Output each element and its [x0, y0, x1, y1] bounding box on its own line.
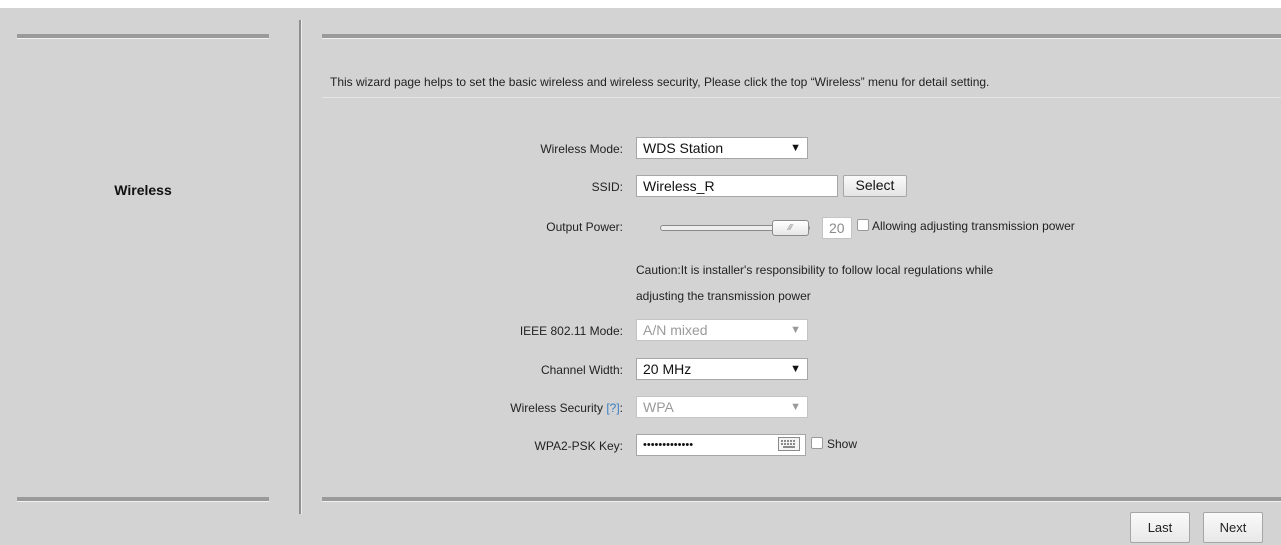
- show-key-checkbox[interactable]: [811, 437, 823, 449]
- ieee-mode-label: IEEE 802.11 Mode:: [519, 324, 623, 338]
- output-power-slider-handle[interactable]: ⁄⁄⁄: [772, 220, 809, 236]
- allow-power-checkbox[interactable]: [857, 219, 869, 231]
- ieee-mode-select: A/N mixed ▼: [636, 319, 808, 341]
- main-bottom-divider: [322, 497, 1281, 502]
- chevron-down-icon: ▼: [790, 363, 801, 375]
- ssid-input[interactable]: Wireless_R: [636, 175, 838, 197]
- next-button[interactable]: Next: [1203, 512, 1263, 543]
- intro-divider: [322, 97, 1281, 98]
- keyboard-icon[interactable]: [778, 437, 800, 451]
- sidebar-title: Wireless: [114, 182, 172, 198]
- vertical-separator: [299, 20, 302, 514]
- intro-text: This wizard page helps to set the basic …: [330, 75, 990, 89]
- psk-key-label: WPA2-PSK Key:: [534, 439, 623, 453]
- chevron-down-icon: ▼: [790, 142, 801, 154]
- left-bottom-divider: [17, 497, 269, 502]
- main-top-divider: [322, 34, 1281, 39]
- output-power-value: 20: [822, 217, 852, 239]
- wireless-security-select: WPA ▼: [636, 396, 808, 418]
- wireless-security-colon: :: [619, 401, 623, 415]
- output-power-label: Output Power:: [546, 220, 623, 234]
- channel-width-label: Channel Width:: [540, 363, 623, 377]
- allow-power-label: Allowing adjusting transmission power: [872, 219, 1075, 233]
- wireless-security-label: Wireless Security [?]:: [510, 401, 623, 415]
- wireless-mode-value: WDS Station: [643, 140, 724, 156]
- chevron-down-icon: ▼: [790, 324, 801, 336]
- caution-line-2: adjusting the transmission power: [636, 289, 811, 303]
- wireless-security-value: WPA: [643, 399, 674, 415]
- channel-width-value: 20 MHz: [643, 361, 692, 377]
- caution-line-1: Caution:It is installer's responsibility…: [636, 263, 994, 277]
- ssid-label: SSID:: [591, 180, 623, 194]
- wireless-security-help-link[interactable]: [?]: [606, 401, 619, 415]
- wireless-security-text: Wireless Security: [510, 401, 603, 415]
- channel-width-select[interactable]: 20 MHz ▼: [636, 358, 808, 380]
- chevron-down-icon: ▼: [790, 401, 801, 413]
- ieee-mode-value: A/N mixed: [643, 322, 708, 338]
- wireless-mode-label: Wireless Mode:: [540, 142, 623, 156]
- last-button[interactable]: Last: [1130, 512, 1190, 543]
- top-strip: [0, 0, 1281, 8]
- left-top-divider: [17, 34, 269, 39]
- ssid-select-button[interactable]: Select: [843, 175, 907, 197]
- wireless-mode-select[interactable]: WDS Station ▼: [636, 137, 808, 159]
- show-key-label: Show: [827, 437, 858, 451]
